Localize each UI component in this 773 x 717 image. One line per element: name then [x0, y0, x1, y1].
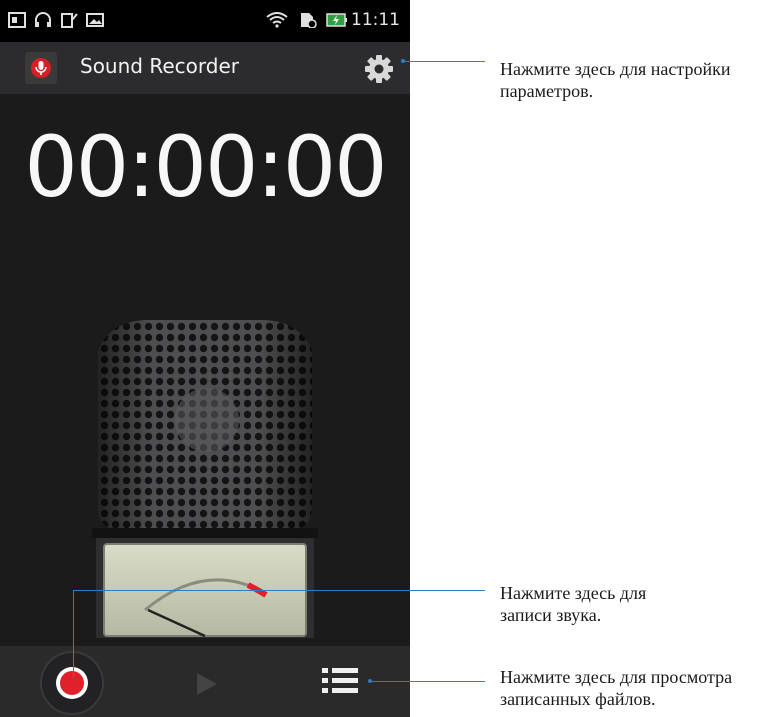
status-time: 11:11	[351, 10, 400, 30]
files-callout-line	[370, 681, 485, 682]
microphone-app-icon	[25, 52, 57, 84]
wifi-icon	[266, 12, 288, 28]
record-icon[interactable]	[40, 651, 104, 715]
settings-callout-line1: Нажмите здесь для настройки	[500, 59, 731, 79]
record-callout-line2: записи звука.	[500, 605, 602, 625]
record-callout: Нажмите здесь для записи звука.	[500, 582, 646, 626]
files-callout-line1: Нажмите здесь для просмотра	[500, 667, 733, 687]
list-icon[interactable]	[320, 664, 360, 698]
no-sim-icon	[301, 13, 317, 28]
elapsed-time: 00:00:00	[24, 118, 387, 216]
play-icon	[197, 673, 217, 695]
record-callout-line	[73, 590, 485, 591]
settings-callout-line2: параметров.	[500, 81, 594, 101]
app-title: Sound Recorder	[80, 54, 239, 78]
record-callout-line1: Нажмите здесь для	[500, 583, 647, 603]
settings-callout: Нажмите здесь для настройки параметров.	[500, 58, 731, 102]
photo-icon	[8, 12, 26, 28]
bottom-toolbar	[0, 646, 410, 717]
record-callout-vertical	[73, 590, 74, 678]
gallery-icon	[86, 13, 104, 27]
phone-screen: 11:11 Sound Recorder 00:00:00	[0, 0, 410, 717]
settings-callout-line	[403, 61, 485, 62]
battery-charging-icon	[326, 13, 347, 27]
app-bar: Sound Recorder	[0, 42, 410, 94]
gear-icon[interactable]	[362, 52, 396, 86]
sim-icon	[61, 13, 78, 28]
headphones-icon	[35, 12, 51, 27]
files-callout: Нажмите здесь для просмотра записанных ф…	[500, 666, 732, 710]
files-callout-line2: записанных файлов.	[500, 689, 656, 709]
status-bar: 11:11	[0, 0, 410, 42]
